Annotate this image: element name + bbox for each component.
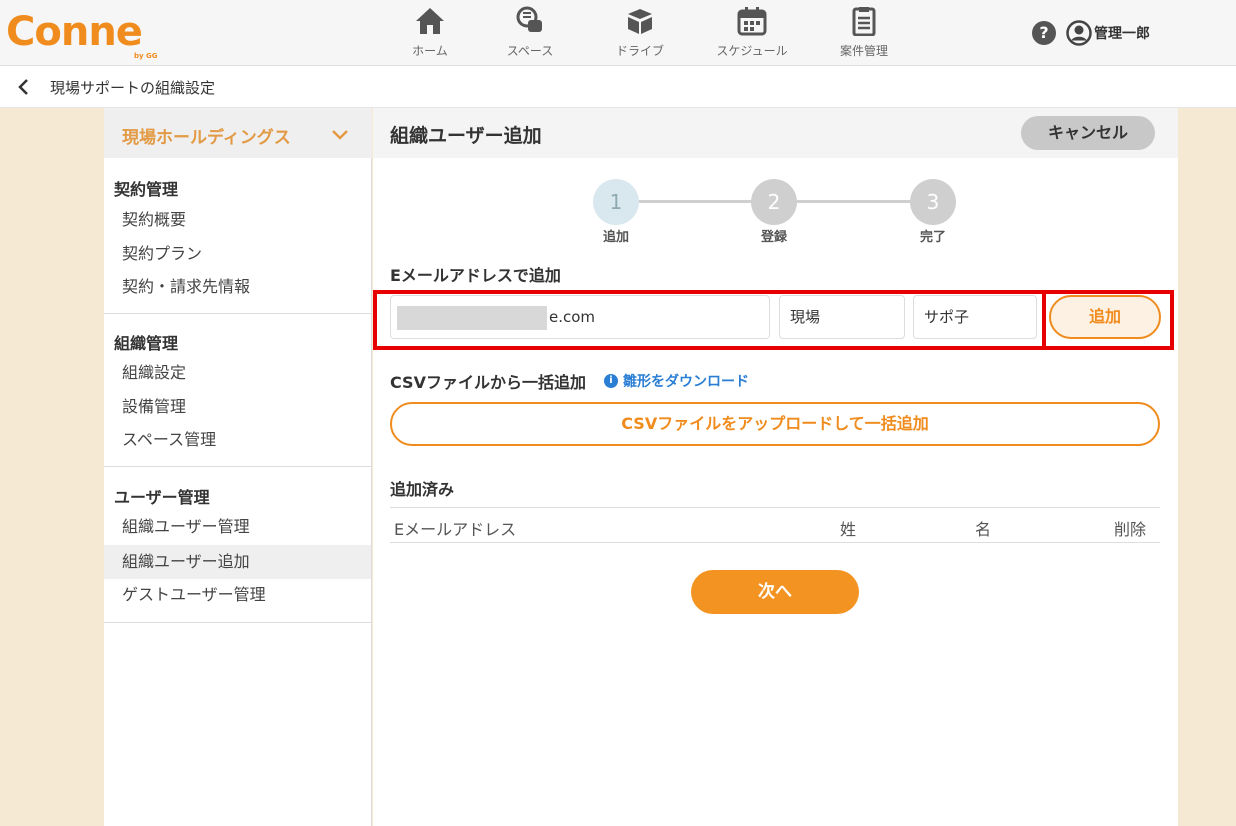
- org-selector[interactable]: 現場ホールディングス: [104, 108, 372, 158]
- sidebar-group-users: ユーザー管理 組織ユーザー管理 組織ユーザー追加 ゲストユーザー管理: [104, 467, 372, 623]
- home-icon: [416, 8, 444, 34]
- sidebar-heading-users: ユーザー管理: [114, 488, 210, 507]
- step-1-circle: 1: [593, 179, 639, 225]
- column-header-delete: 削除: [1114, 520, 1147, 539]
- back-chevron-icon[interactable]: [14, 77, 34, 97]
- logo-text: Conne: [6, 9, 143, 55]
- calendar-icon: [737, 7, 767, 36]
- next-button[interactable]: 次へ: [691, 570, 859, 614]
- box-icon: [628, 9, 652, 34]
- main-header: 組織ユーザー追加 キャンセル: [373, 108, 1178, 158]
- column-header-last-name: 姓: [840, 520, 857, 539]
- cancel-button[interactable]: キャンセル: [1021, 116, 1155, 150]
- csv-section-title: CSVファイルから一括追加: [390, 373, 586, 392]
- email-section-label: Eメールアドレスで追加: [390, 266, 561, 285]
- csv-upload-button[interactable]: CSVファイルをアップロードして一括追加: [390, 402, 1160, 446]
- redacted-mask: [397, 306, 547, 330]
- sidebar-item-equipment[interactable]: 設備管理: [104, 390, 371, 424]
- sidebar-item-add-org-user[interactable]: 組織ユーザー追加: [104, 545, 371, 579]
- nav-drive[interactable]: ドライブ: [590, 4, 690, 64]
- user-avatar-icon[interactable]: [1066, 20, 1092, 46]
- step-3-label: 完了: [919, 230, 946, 245]
- sidebar-group-contract: 契約管理 契約概要 契約プラン 契約・請求先情報: [104, 158, 372, 314]
- sidebar-item-billing-info[interactable]: 契約・請求先情報: [104, 270, 371, 304]
- help-icon[interactable]: ?: [1032, 21, 1056, 45]
- sidebar-item-spaces[interactable]: スペース管理: [104, 423, 371, 457]
- clipboard-icon: [852, 7, 876, 36]
- nav-home-label: ホーム: [412, 44, 448, 58]
- step-connector: [639, 200, 753, 203]
- column-header-first-name: 名: [975, 520, 992, 539]
- sidebar: 現場ホールディングス 契約管理 契約概要 契約プラン 契約・請求先情報 組織管理…: [104, 108, 372, 826]
- chevron-down-icon: [332, 130, 348, 140]
- email-input[interactable]: e.com: [390, 295, 770, 339]
- nav-drive-label: ドライブ: [615, 44, 664, 58]
- main-panel: 組織ユーザー追加 キャンセル 1 2 3 追加 登録 完了 Eメールアドレスで追…: [373, 108, 1178, 826]
- step-1-label: 追加: [602, 230, 629, 245]
- csv-section-header: CSVファイルから一括追加 i 雛形をダウンロード: [390, 370, 749, 392]
- step-2-label: 登録: [760, 230, 787, 245]
- step-connector: [797, 200, 911, 203]
- user-area: ? 管理一郎: [1032, 18, 1150, 48]
- nav-space-label: スペース: [506, 44, 554, 58]
- first-name-input[interactable]: サポ子: [913, 295, 1037, 339]
- sidebar-item-guest-users[interactable]: ゲストユーザー管理: [104, 578, 371, 612]
- last-name-input[interactable]: 現場: [779, 295, 905, 339]
- column-header-email: Eメールアドレス: [394, 520, 517, 539]
- step-3-circle: 3: [910, 179, 956, 225]
- chat-bubbles-icon: [516, 6, 542, 32]
- email-value: e.com: [549, 308, 596, 326]
- template-download-link[interactable]: 雛形をダウンロード: [623, 371, 749, 391]
- nav-schedule-label: スケジュール: [716, 44, 788, 58]
- sidebar-item-org-users[interactable]: 組織ユーザー管理: [104, 510, 371, 544]
- nav-home[interactable]: ホーム: [380, 4, 480, 64]
- sidebar-item-org-settings[interactable]: 組織設定: [104, 356, 371, 390]
- breadcrumb-bar: 現場サポートの組織設定: [0, 66, 1236, 108]
- info-icon: i: [603, 374, 618, 388]
- nav-projects[interactable]: 案件管理: [814, 4, 914, 64]
- page-title: 組織ユーザー追加: [390, 125, 542, 147]
- sidebar-heading-contract: 契約管理: [114, 180, 179, 199]
- sidebar-heading-organization: 組織管理: [114, 334, 179, 353]
- breadcrumb-title: 現場サポートの組織設定: [50, 79, 216, 97]
- nav-space[interactable]: スペース: [480, 4, 580, 64]
- logo-sub: by GG: [134, 52, 158, 60]
- org-name: 現場ホールディングス: [122, 128, 291, 148]
- sidebar-item-contract-overview[interactable]: 契約概要: [104, 203, 371, 237]
- conne-logo[interactable]: Conne by GG: [6, 6, 166, 62]
- sidebar-item-contract-plan[interactable]: 契約プラン: [104, 237, 371, 271]
- nav-schedule[interactable]: スケジュール: [702, 4, 802, 64]
- add-button[interactable]: 追加: [1049, 295, 1161, 339]
- step-2-circle: 2: [751, 179, 797, 225]
- added-section-title: 追加済み: [390, 480, 455, 499]
- added-table-header: Eメールアドレス 姓 名 削除: [390, 507, 1160, 543]
- stepper: 1 2 3 追加 登録 完了: [373, 170, 1178, 250]
- user-name[interactable]: 管理一郎: [1094, 23, 1150, 43]
- sidebar-group-organization: 組織管理 組織設定 設備管理 スペース管理: [104, 314, 372, 467]
- top-bar: Conne by GG ホーム スペース ドライブ スケジュール 案件管理 ? …: [0, 0, 1236, 66]
- nav-projects-label: 案件管理: [839, 44, 888, 58]
